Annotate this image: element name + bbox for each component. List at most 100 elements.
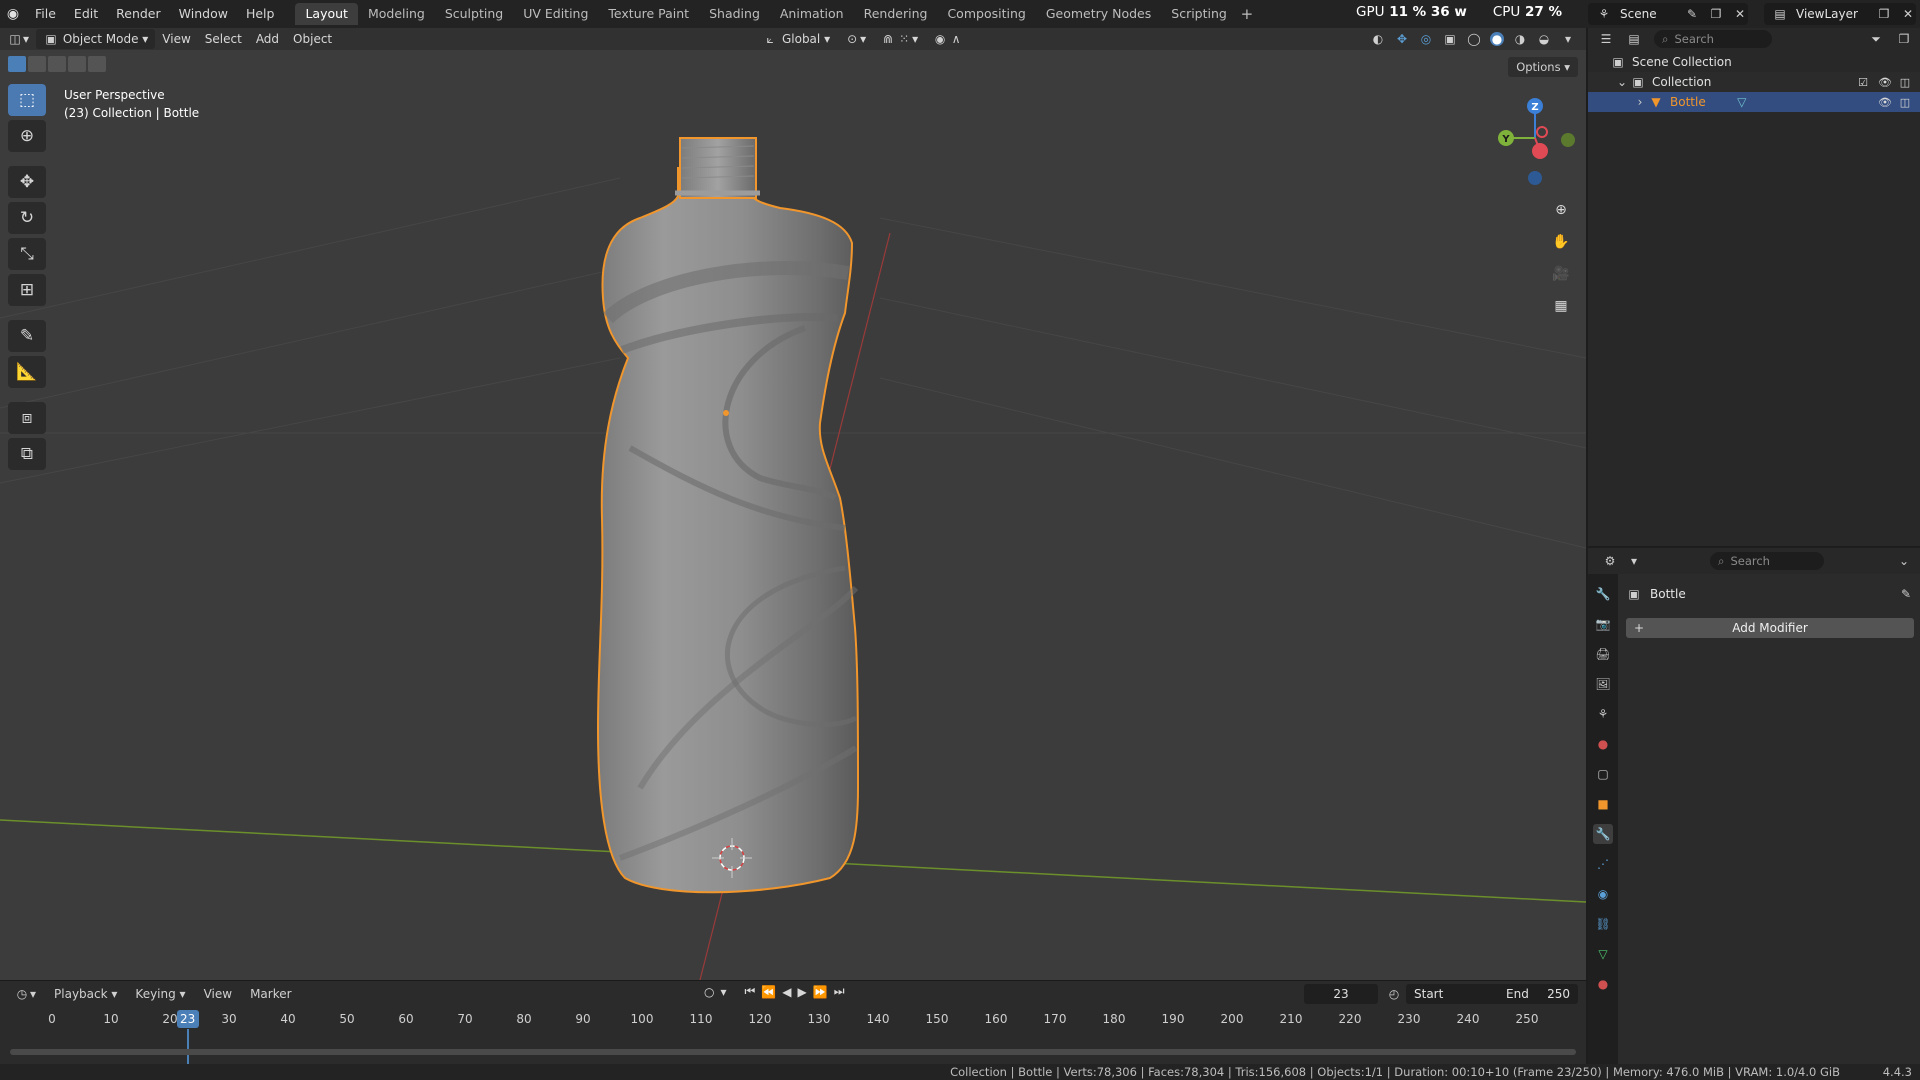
tab-geometry-nodes[interactable]: Geometry Nodes — [1036, 3, 1161, 25]
tab-animation[interactable]: Animation — [770, 3, 854, 25]
render-camera-icon[interactable]: ◫ — [1898, 95, 1912, 109]
checkbox-icon[interactable]: ☑ — [1856, 75, 1870, 89]
eye-icon[interactable]: 👁 — [1878, 75, 1892, 89]
menu-window[interactable]: Window — [170, 0, 237, 28]
proportional-edit-toggle[interactable]: ◉ ∧ — [925, 29, 971, 49]
menu-object[interactable]: Object — [286, 29, 339, 49]
outliner-editor-icon[interactable]: ☰ — [1598, 31, 1614, 47]
add-modifier-button[interactable]: + Add Modifier — [1626, 618, 1914, 638]
jump-keyframe-back-icon[interactable]: ⏪ — [761, 985, 776, 999]
select-new-icon[interactable] — [8, 56, 26, 72]
xray-toggle-icon[interactable]: ▣ — [1442, 31, 1458, 47]
collection-tab-icon[interactable]: ▢ — [1593, 764, 1613, 784]
select-extend-icon[interactable] — [28, 56, 46, 72]
editor-type-button[interactable]: ◫ ▾ — [0, 29, 36, 49]
menu-view[interactable]: View — [155, 29, 197, 49]
add-primitive-tool-icon[interactable]: ⧉ — [8, 438, 46, 470]
object-tab-icon[interactable]: ■ — [1593, 794, 1613, 814]
menu-keying[interactable]: Keying ▾ — [127, 984, 193, 1004]
outliner-panel[interactable]: ☰ ▤ ⌕ Search ⏷ ❐ ▣ Scene Collection ⌄ ▣ … — [1588, 28, 1920, 546]
tab-sculpting[interactable]: Sculpting — [435, 3, 513, 25]
scene-selector[interactable]: ⚘ Scene ✎ ❐ ✕ — [1588, 3, 1748, 25]
menu-edit[interactable]: Edit — [65, 0, 107, 28]
wireframe-shading-icon[interactable]: ◯ — [1466, 31, 1482, 47]
annotate-tool-icon[interactable]: ✎ — [8, 320, 46, 352]
menu-render[interactable]: Render — [107, 0, 170, 28]
outliner-scene-collection[interactable]: ▣ Scene Collection — [1588, 52, 1920, 72]
options-button[interactable]: Options ▾ — [1508, 57, 1578, 77]
material-shading-icon[interactable]: ◑ — [1512, 31, 1528, 47]
jump-start-icon[interactable]: ⏮ — [745, 984, 756, 999]
tab-rendering[interactable]: Rendering — [854, 3, 938, 25]
timeline-editor[interactable]: ◷ ▾ Playback ▾ Keying ▾ View Marker ○ ▾ ⏮… — [0, 980, 1586, 1067]
select-invert-icon[interactable] — [68, 56, 86, 72]
measure-tool-icon[interactable]: 📐 — [8, 356, 46, 388]
add-cube-tool-icon[interactable]: ⧈ — [8, 402, 46, 434]
menu-help[interactable]: Help — [237, 0, 284, 28]
tab-scripting[interactable]: Scripting — [1161, 3, 1237, 25]
chevron-down-icon[interactable]: ⌄ — [1896, 553, 1912, 569]
display-mode-icon[interactable]: ▤ — [1626, 31, 1642, 47]
modifier-tab-icon[interactable]: 🔧 — [1593, 824, 1613, 844]
pin-icon[interactable]: ✎ — [1684, 6, 1700, 22]
mode-dropdown[interactable]: ▣ Object Mode ▾ — [36, 29, 156, 49]
navigation-gizmo[interactable]: Z Y — [1490, 88, 1580, 198]
cursor-tool-icon[interactable]: ⊕ — [8, 120, 46, 152]
tab-uv-editing[interactable]: UV Editing — [513, 3, 598, 25]
end-frame-field[interactable]: End 250 — [1498, 984, 1578, 1004]
expand-down-icon[interactable]: ⌄ — [1614, 74, 1630, 90]
filter-icon[interactable]: ⏷ — [1868, 31, 1884, 47]
scene-tab-icon[interactable]: ⚘ — [1593, 704, 1613, 724]
auto-key-icon[interactable]: ○ — [704, 985, 714, 999]
new-collection-icon[interactable]: ❐ — [1896, 31, 1912, 47]
select-intersect-icon[interactable] — [88, 56, 106, 72]
current-frame-field[interactable]: 23 — [1304, 984, 1378, 1004]
zoom-icon[interactable]: ⊕ — [1548, 198, 1574, 222]
add-workspace-button[interactable]: + — [1237, 5, 1257, 23]
menu-add[interactable]: Add — [249, 29, 286, 49]
stopwatch-icon[interactable]: ◴ — [1386, 986, 1402, 1002]
scale-tool-icon[interactable]: ⤡ — [8, 238, 46, 270]
tab-layout[interactable]: Layout — [295, 3, 358, 25]
camera-view-icon[interactable]: 🎥 — [1548, 262, 1574, 286]
timeline-scrollbar[interactable] — [10, 1049, 1576, 1055]
menu-timeline-view[interactable]: View — [196, 984, 240, 1004]
close-icon[interactable]: ✕ — [1732, 6, 1748, 22]
view-layer-tab-icon[interactable]: 🖼 — [1593, 674, 1613, 694]
autokey-options-icon[interactable]: ▾ — [720, 985, 726, 999]
jump-keyframe-forward-icon[interactable]: ⏩ — [813, 985, 828, 999]
render-tab-icon[interactable]: 📷 — [1593, 614, 1613, 634]
timeline-editor-type-button[interactable]: ◷ ▾ — [6, 984, 44, 1004]
output-tab-icon[interactable]: 🖨 — [1593, 644, 1613, 664]
pivot-dropdown[interactable]: ⊙ ▾ — [837, 29, 873, 49]
current-frame-indicator[interactable]: 23 — [176, 1010, 199, 1028]
outliner-bottle[interactable]: › ▼ Bottle ▽ 👁 ◫ — [1588, 92, 1920, 112]
tab-texture-paint[interactable]: Texture Paint — [598, 3, 699, 25]
gizmo-toggle-icon[interactable]: ✥ — [1394, 31, 1410, 47]
menu-select[interactable]: Select — [198, 29, 249, 49]
bottle-object[interactable] — [596, 137, 860, 894]
viewlayer-selector[interactable]: ▤ ViewLayer ❐ ✕ — [1764, 3, 1916, 25]
visibility-icon[interactable]: ◐ — [1370, 31, 1386, 47]
pin-icon[interactable]: ✎ — [1898, 586, 1914, 602]
expand-right-icon[interactable]: › — [1632, 94, 1648, 110]
orientation-dropdown[interactable]: ⟀ Global ▾ — [755, 29, 837, 49]
rotate-tool-icon[interactable]: ↻ — [8, 202, 46, 234]
perspective-toggle-icon[interactable]: ▦ — [1548, 294, 1574, 318]
close-icon[interactable]: ✕ — [1900, 6, 1916, 22]
pan-hand-icon[interactable]: ✋ — [1548, 230, 1574, 254]
menu-file[interactable]: File — [26, 0, 65, 28]
playhead-line[interactable] — [186, 1029, 189, 1067]
properties-dropdown-icon[interactable]: ▾ — [1626, 553, 1642, 569]
rendered-shading-icon[interactable]: ◒ — [1536, 31, 1552, 47]
blender-logo-icon[interactable]: ◉ — [0, 0, 26, 28]
new-viewlayer-icon[interactable]: ❐ — [1876, 6, 1892, 22]
world-tab-icon[interactable]: ● — [1593, 734, 1613, 754]
move-tool-icon[interactable]: ✥ — [8, 166, 46, 198]
material-tab-icon[interactable]: ● — [1593, 974, 1613, 994]
properties-editor-icon[interactable]: ⚙ — [1602, 553, 1618, 569]
play-icon[interactable]: ▶ — [798, 985, 807, 999]
3d-viewport[interactable]: ◫ ▾ ▣ Object Mode ▾ View Select Add Objec… — [0, 28, 1586, 980]
particles-tab-icon[interactable]: ⋰ — [1593, 854, 1613, 874]
play-reverse-icon[interactable]: ◀ — [782, 985, 791, 999]
